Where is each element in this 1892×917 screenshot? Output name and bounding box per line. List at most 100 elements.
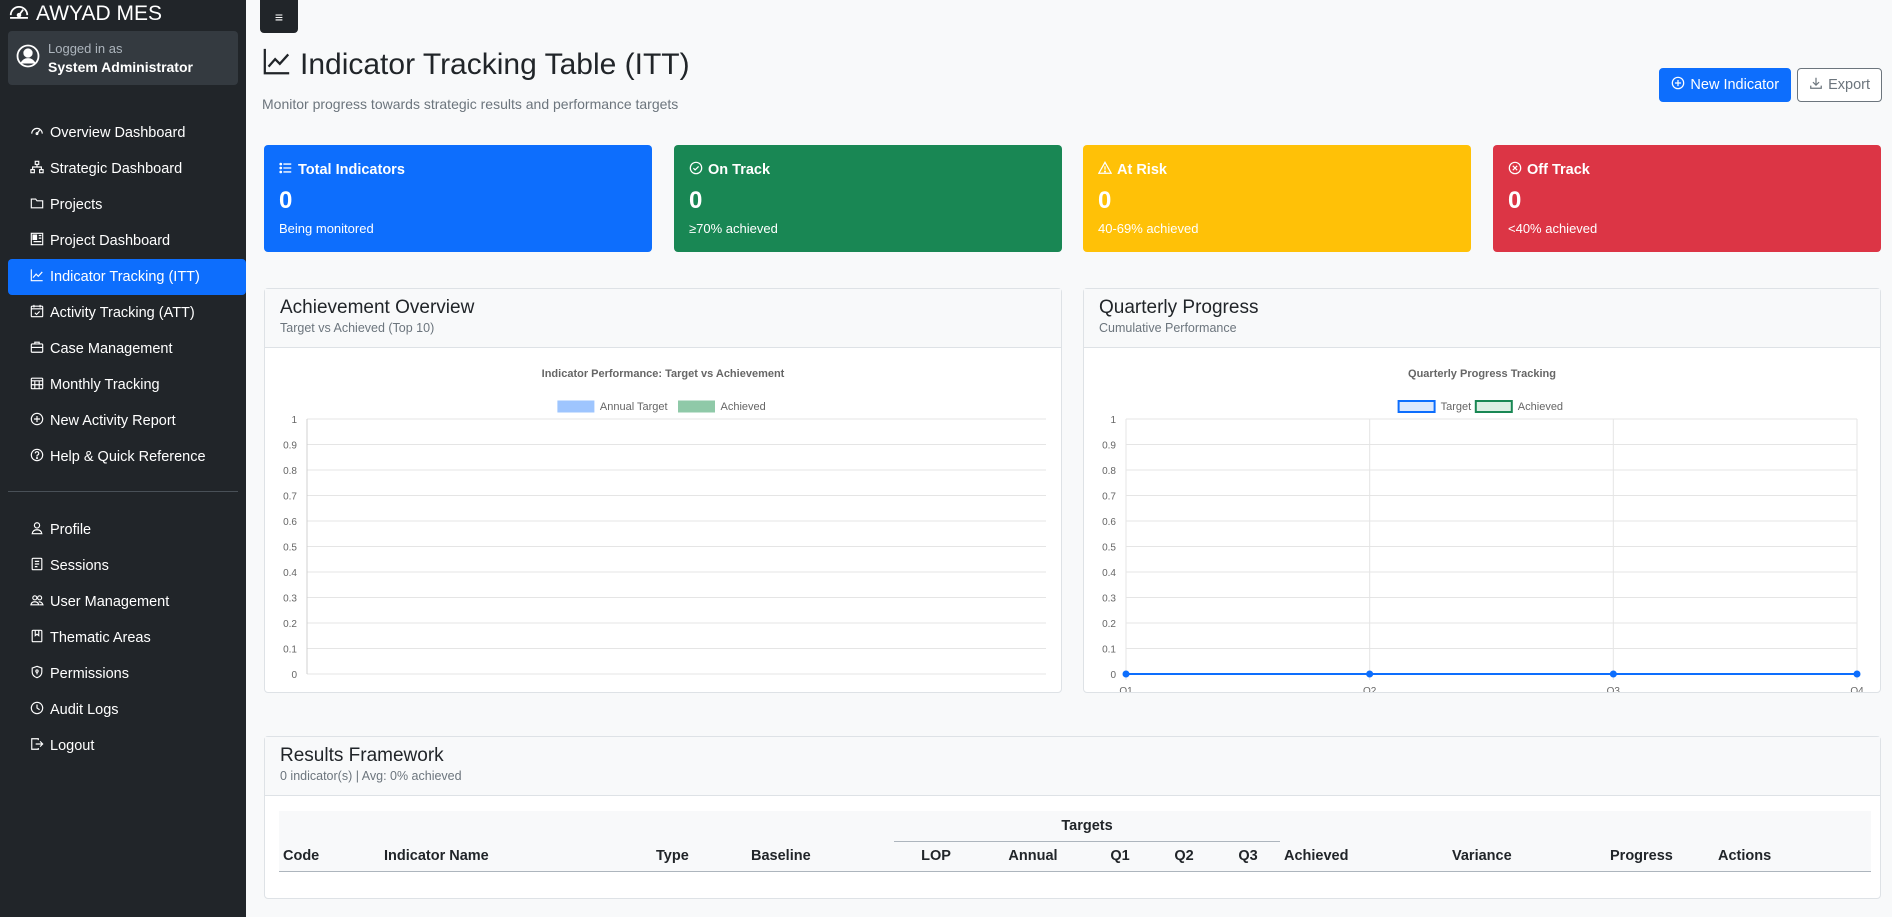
- stat-title: At Risk: [1117, 162, 1167, 178]
- header-spacer: [1448, 811, 1606, 841]
- results-summary: 0 indicator(s) | Avg: 0% achieved: [280, 769, 462, 783]
- sidebar-item-case-management[interactable]: Case Management: [8, 331, 238, 367]
- header-spacer: [652, 811, 747, 841]
- sidebar-item-overview-dashboard[interactable]: Overview Dashboard: [8, 115, 238, 151]
- sidebar-item-label: Profile: [50, 522, 92, 538]
- sidebar: AWYAD MES Logged in as System Administra…: [0, 0, 246, 917]
- column-header-indicator-name[interactable]: Indicator Name: [380, 841, 652, 872]
- results-framework-panel: Results Framework 0 indicator(s) | Avg: …: [264, 736, 1881, 899]
- stat-note: Being monitored: [279, 221, 374, 236]
- brand[interactable]: AWYAD MES: [0, 0, 246, 28]
- sidebar-item-projects[interactable]: Projects: [8, 187, 238, 223]
- y-tick-label: 0.3: [1102, 594, 1116, 605]
- sidebar-item-indicator-tracking[interactable]: Indicator Tracking (ITT): [8, 259, 246, 295]
- legend-label: Achieved: [721, 401, 766, 413]
- column-header-variance[interactable]: Variance: [1448, 841, 1606, 872]
- y-tick-label: 0.2: [283, 619, 297, 630]
- sidebar-item-profile[interactable]: Profile: [8, 512, 238, 548]
- clock-icon: [30, 701, 44, 719]
- x-tick-label: Q2: [1363, 686, 1377, 692]
- column-header-baseline[interactable]: Baseline: [747, 841, 894, 872]
- graph-up-icon: [262, 46, 292, 84]
- sidebar-item-label: Case Management: [50, 341, 173, 357]
- stat-card-total: Total Indicators 0 Being monitored: [264, 145, 652, 252]
- panel-subtitle: Cumulative Performance: [1099, 321, 1237, 335]
- sidebar-item-user-management[interactable]: User Management: [8, 584, 238, 620]
- sidebar-item-strategic-dashboard[interactable]: Strategic Dashboard: [8, 151, 238, 187]
- sidebar-item-label: Indicator Tracking (ITT): [50, 269, 200, 285]
- y-tick-label: 0.7: [1102, 492, 1116, 503]
- column-header-type[interactable]: Type: [652, 841, 747, 872]
- journal-icon: [30, 557, 44, 575]
- stat-title: Total Indicators: [298, 162, 405, 178]
- sidebar-item-audit-logs[interactable]: Audit Logs: [8, 692, 238, 728]
- export-label: Export: [1828, 77, 1870, 93]
- shield-icon: [30, 665, 44, 683]
- header-spacer: [747, 811, 894, 841]
- column-header-lop[interactable]: LOP: [894, 841, 978, 872]
- y-tick-label: 0.6: [283, 517, 297, 528]
- sidebar-item-activity-tracking[interactable]: Activity Tracking (ATT): [8, 295, 238, 331]
- sidebar-toggle-button[interactable]: ≡: [260, 0, 298, 33]
- sidebar-item-label: Monthly Tracking: [50, 377, 160, 393]
- x-tick-label: Q3: [1607, 686, 1621, 692]
- sidebar-item-label: Audit Logs: [50, 702, 119, 718]
- page-header: Indicator Tracking Table (ITT) Monitor p…: [262, 46, 690, 112]
- chart-title: Quarterly Progress Tracking: [1408, 368, 1556, 380]
- folder-icon: [30, 196, 44, 214]
- sidebar-item-label: Sessions: [50, 558, 109, 574]
- header-spacer: [1606, 811, 1714, 841]
- sidebar-item-label: Projects: [50, 197, 103, 213]
- y-tick-label: 0.1: [283, 645, 297, 656]
- y-tick-label: 0.8: [1102, 466, 1116, 477]
- sidebar-item-thematic-areas[interactable]: Thematic Areas: [8, 620, 238, 656]
- sidebar-item-label: New Activity Report: [50, 413, 176, 429]
- header-spacer: [380, 811, 652, 841]
- y-tick-label: 0: [1110, 670, 1116, 681]
- y-tick-label: 0.9: [283, 441, 297, 452]
- plus-circle-icon: [1671, 76, 1685, 94]
- column-header-progress[interactable]: Progress: [1606, 841, 1714, 872]
- column-header-q1[interactable]: Q1: [1088, 841, 1152, 872]
- column-header-achieved[interactable]: Achieved: [1280, 841, 1448, 872]
- legend-swatch: [1474, 400, 1513, 413]
- y-tick-label: 0.2: [1102, 619, 1116, 630]
- results-table: Targets Code Indicator Name Type Baselin…: [279, 811, 1871, 872]
- column-header-q3[interactable]: Q3: [1216, 841, 1280, 872]
- sidebar-item-sessions[interactable]: Sessions: [8, 548, 238, 584]
- column-header-annual[interactable]: Annual: [978, 841, 1088, 872]
- download-icon: [1809, 76, 1823, 94]
- calendar-grid-icon: [30, 376, 44, 394]
- sidebar-item-label: Project Dashboard: [50, 233, 171, 249]
- sidebar-item-monthly-tracking[interactable]: Monthly Tracking: [8, 367, 238, 403]
- new-indicator-button[interactable]: New Indicator: [1659, 68, 1792, 102]
- list-icon: [279, 161, 293, 179]
- sidebar-item-project-dashboard[interactable]: Project Dashboard: [8, 223, 238, 259]
- page-title: Indicator Tracking Table (ITT): [300, 48, 690, 81]
- sidebar-item-logout[interactable]: Logout: [8, 728, 238, 764]
- speedometer-icon: [8, 0, 30, 28]
- warning-icon: [1097, 161, 1113, 179]
- sidebar-item-label: User Management: [50, 594, 170, 610]
- header-spacer: [1280, 811, 1448, 841]
- page-subtitle: Monitor progress towards strategic resul…: [262, 96, 679, 112]
- data-point: [1366, 670, 1374, 678]
- column-header-q2[interactable]: Q2: [1152, 841, 1216, 872]
- export-button[interactable]: Export: [1797, 68, 1882, 102]
- stat-note: ≥70% achieved: [689, 221, 778, 236]
- column-header-code[interactable]: Code: [279, 841, 380, 872]
- stat-value: 0: [1098, 187, 1112, 214]
- y-tick-label: 0.3: [283, 594, 297, 605]
- panel-subtitle: Target vs Achieved (Top 10): [280, 321, 435, 335]
- y-tick-label: 1: [1110, 415, 1116, 426]
- legend-label: Target: [1441, 401, 1472, 413]
- person-circle-icon: [16, 44, 40, 73]
- sidebar-item-help[interactable]: Help & Quick Reference: [8, 439, 238, 475]
- data-point: [1122, 670, 1130, 678]
- quarterly-line-chart: Quarterly Progress Tracking Target Achieve…: [1102, 368, 1864, 692]
- sidebar-item-permissions[interactable]: Permissions: [8, 656, 238, 692]
- sidebar-item-label: Strategic Dashboard: [50, 161, 183, 177]
- stat-value: 0: [1508, 187, 1522, 214]
- x-tick-label: Q4: [1850, 686, 1864, 692]
- sidebar-item-new-activity-report[interactable]: New Activity Report: [8, 403, 238, 439]
